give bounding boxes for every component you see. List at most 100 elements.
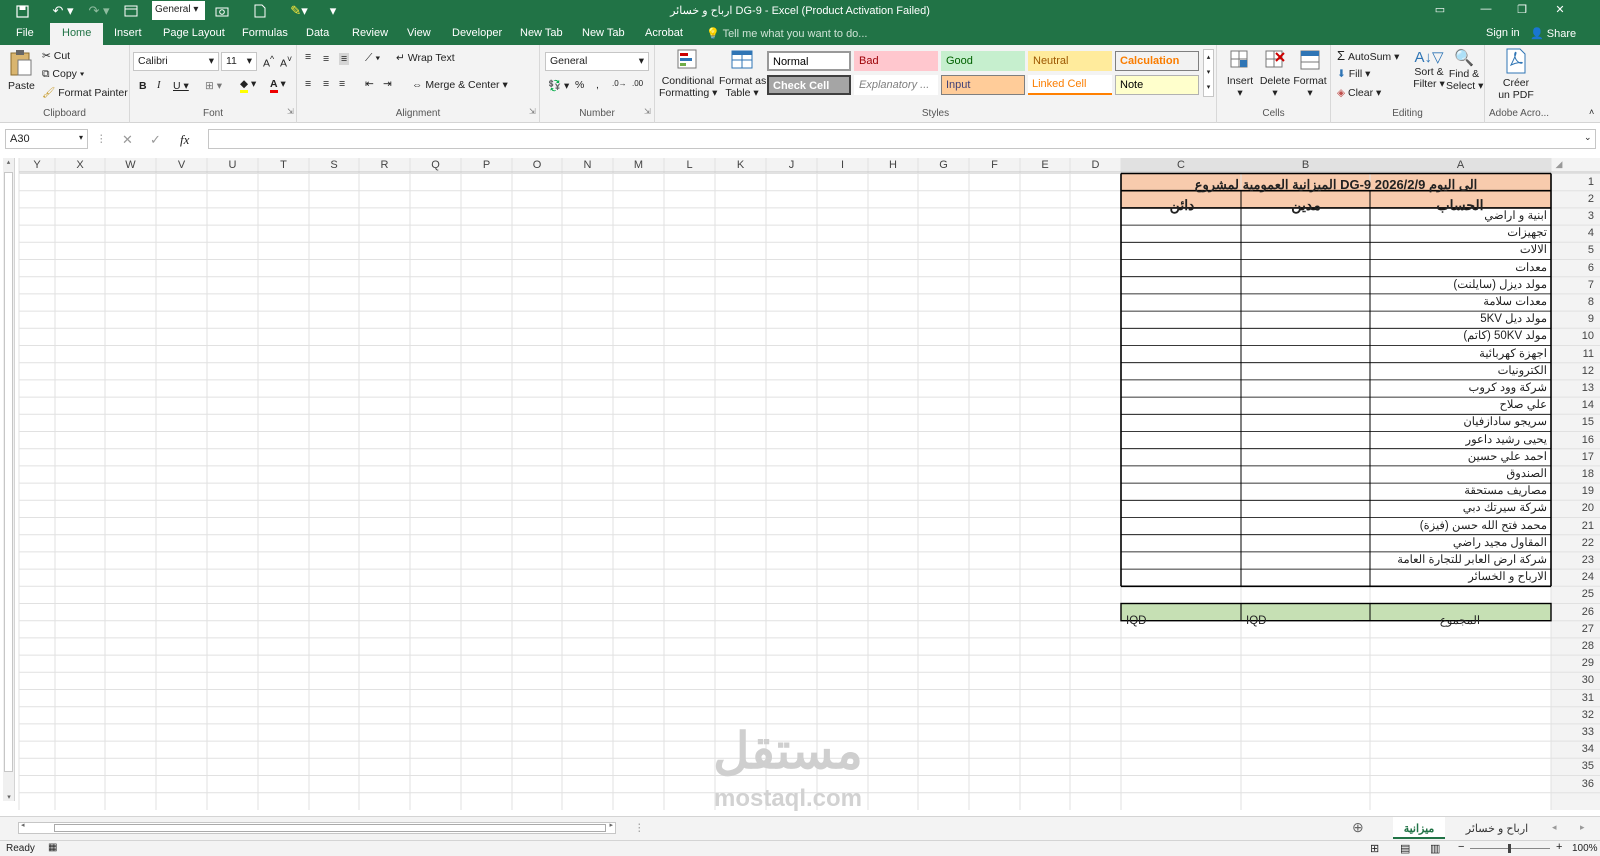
style-calculation[interactable]: Calculation [1115, 51, 1199, 71]
column-header-j[interactable]: J [766, 158, 817, 172]
account-name[interactable]: معدات سلامة [1372, 294, 1549, 311]
copy-button[interactable]: ⧉ Copy ▾ [42, 68, 84, 81]
page-break-view-icon[interactable]: ▥ [1430, 842, 1440, 855]
macro-record-icon[interactable]: ▦ [48, 842, 57, 853]
sheet-tab-profit-loss[interactable]: ارباح و خسائر [1447, 817, 1547, 839]
row-header[interactable]: 11 [1551, 346, 1596, 363]
delete-cells-button[interactable]: Delete ▾ [1259, 48, 1291, 99]
style-input[interactable]: Input [941, 75, 1025, 95]
vertical-scroll-thumb[interactable] [4, 172, 13, 772]
increase-decimal-icon[interactable]: .0→ [612, 79, 627, 88]
row-header[interactable]: 19 [1551, 483, 1596, 500]
row-header[interactable]: 26 [1551, 604, 1596, 621]
sheet-prev-icon[interactable]: ◂ [1552, 822, 1557, 833]
row-header[interactable]: 6 [1551, 260, 1596, 277]
scroll-down-icon[interactable]: ▾ [3, 793, 15, 801]
column-header-u[interactable]: U [207, 158, 258, 172]
account-name[interactable]: الارباح و الخسائر [1372, 569, 1549, 586]
sign-in-link[interactable]: Sign in [1486, 27, 1520, 39]
align-left-icon[interactable]: ≡ [305, 78, 311, 90]
row-header[interactable]: 27 [1551, 621, 1596, 638]
row-header[interactable]: 36 [1551, 776, 1596, 793]
column-header-s[interactable]: S [309, 158, 359, 172]
row-header[interactable]: 31 [1551, 690, 1596, 707]
account-name[interactable]: مولد ديل 5KV [1372, 311, 1549, 328]
font-name-select[interactable]: Calibri ▾ [133, 52, 219, 71]
row-header[interactable]: 1 [1551, 174, 1596, 191]
column-header-o[interactable]: O [512, 158, 562, 172]
row-header[interactable]: 2 [1551, 191, 1596, 208]
tab-acrobat[interactable]: Acrobat [645, 27, 683, 39]
account-name[interactable]: الصندوق [1372, 466, 1549, 483]
style-linked-cell[interactable]: Linked Cell [1028, 75, 1112, 95]
account-name[interactable]: شركة سيرتك دبي [1372, 500, 1549, 517]
zoom-slider[interactable] [1470, 844, 1550, 853]
row-header[interactable]: 18 [1551, 466, 1596, 483]
row-header[interactable]: 29 [1551, 655, 1596, 672]
conditional-formatting-button[interactable]: Conditional Formatting ▾ [659, 48, 717, 99]
row-header[interactable]: 30 [1551, 672, 1596, 689]
cut-button[interactable]: ✂ Cut [42, 50, 70, 62]
accounting-format-icon[interactable]: 💱 ▾ [548, 79, 569, 92]
column-header-y[interactable]: Y [19, 158, 55, 172]
horizontal-scrollbar[interactable]: ◂ ▸ [18, 822, 616, 834]
total-credit-value[interactable]: - [1230, 613, 1240, 629]
comma-style-icon[interactable]: , [596, 79, 599, 91]
sheet-next-icon[interactable]: ▸ [1580, 822, 1585, 833]
ribbon-display-icon[interactable]: ▭ [1430, 3, 1450, 16]
account-name[interactable]: مولد ديزل (سايلنت) [1372, 277, 1549, 294]
row-header[interactable]: 12 [1551, 363, 1596, 380]
column-header-g[interactable]: G [918, 158, 969, 172]
row-header[interactable]: 16 [1551, 432, 1596, 449]
row-header[interactable]: 22 [1551, 535, 1596, 552]
merge-center-button[interactable]: ⇔ Merge & Center ▾ [412, 79, 508, 91]
column-header-f[interactable]: F [969, 158, 1020, 172]
row-header[interactable]: 9 [1551, 311, 1596, 328]
styles-gallery-scroll[interactable]: ▴ ▾ ▾ [1203, 49, 1214, 97]
vertical-scrollbar[interactable]: ▴ ▾ [3, 158, 15, 801]
account-name[interactable]: شركة وود كروب [1372, 380, 1549, 397]
row-header[interactable]: 24 [1551, 569, 1596, 586]
column-header-a[interactable]: A [1370, 158, 1551, 172]
account-name[interactable]: شركة ارض العابر للتجارة العامة [1372, 552, 1549, 569]
tab-data[interactable]: Data [306, 27, 329, 39]
account-name[interactable]: علي صلاح [1372, 397, 1549, 414]
page-layout-view-icon[interactable]: ▤ [1400, 842, 1410, 855]
font-dialog-launcher[interactable]: ⇲ [287, 107, 294, 116]
row-header[interactable]: 28 [1551, 638, 1596, 655]
number-dialog-launcher[interactable]: ⇲ [644, 107, 651, 116]
tab-review[interactable]: Review [352, 27, 388, 39]
column-header-q[interactable]: Q [410, 158, 461, 172]
tell-me-search[interactable]: 💡 Tell me what you want to do... [706, 27, 867, 40]
align-middle-icon[interactable]: ≡ [323, 53, 329, 65]
scroll-up-icon[interactable]: ▴ [3, 158, 14, 166]
row-header[interactable]: 7 [1551, 277, 1596, 294]
align-top-icon[interactable]: ≡ [305, 51, 311, 63]
close-icon[interactable]: ✕ [1550, 3, 1570, 16]
row-header[interactable]: 35 [1551, 758, 1596, 775]
borders-icon[interactable]: ⊞ ▾ [205, 80, 222, 92]
orientation-icon[interactable]: ⟋ ▾ [365, 52, 380, 65]
column-header-c[interactable]: C [1121, 158, 1241, 172]
align-center-icon[interactable]: ≡ [323, 78, 329, 90]
account-name[interactable]: سريجو سادازفيان [1372, 414, 1549, 431]
row-header[interactable]: 17 [1551, 449, 1596, 466]
tab-formulas[interactable]: Formulas [242, 27, 288, 39]
number-format-select[interactable]: General ▾ [545, 52, 649, 71]
select-all-corner[interactable]: ◢ [1553, 159, 1565, 171]
autosum-button[interactable]: Σ AutoSum ▾ [1337, 48, 1399, 63]
style-check-cell[interactable]: Check Cell [767, 75, 851, 95]
account-name[interactable]: تجهيزات [1372, 225, 1549, 242]
row-header[interactable]: 15 [1551, 414, 1596, 431]
tab-developer[interactable]: Developer [452, 27, 502, 39]
row-header[interactable]: 10 [1551, 328, 1596, 345]
tab-page-layout[interactable]: Page Layout [163, 27, 225, 39]
row-header[interactable]: 33 [1551, 724, 1596, 741]
account-name[interactable]: المقاول مجيد راضي [1372, 535, 1549, 552]
zoom-level[interactable]: 100% [1572, 843, 1598, 854]
balance-sheet-title[interactable]: الميزانية العمومية لمشروع DG-9 الى اليوم… [1122, 175, 1550, 194]
zoom-out-icon[interactable]: − [1458, 841, 1464, 853]
font-size-select[interactable]: 11 ▾ [221, 52, 257, 71]
format-as-table-button[interactable]: Format as Table ▾ [719, 48, 766, 99]
wrap-text-button[interactable]: ↵ Wrap Text [396, 52, 455, 64]
